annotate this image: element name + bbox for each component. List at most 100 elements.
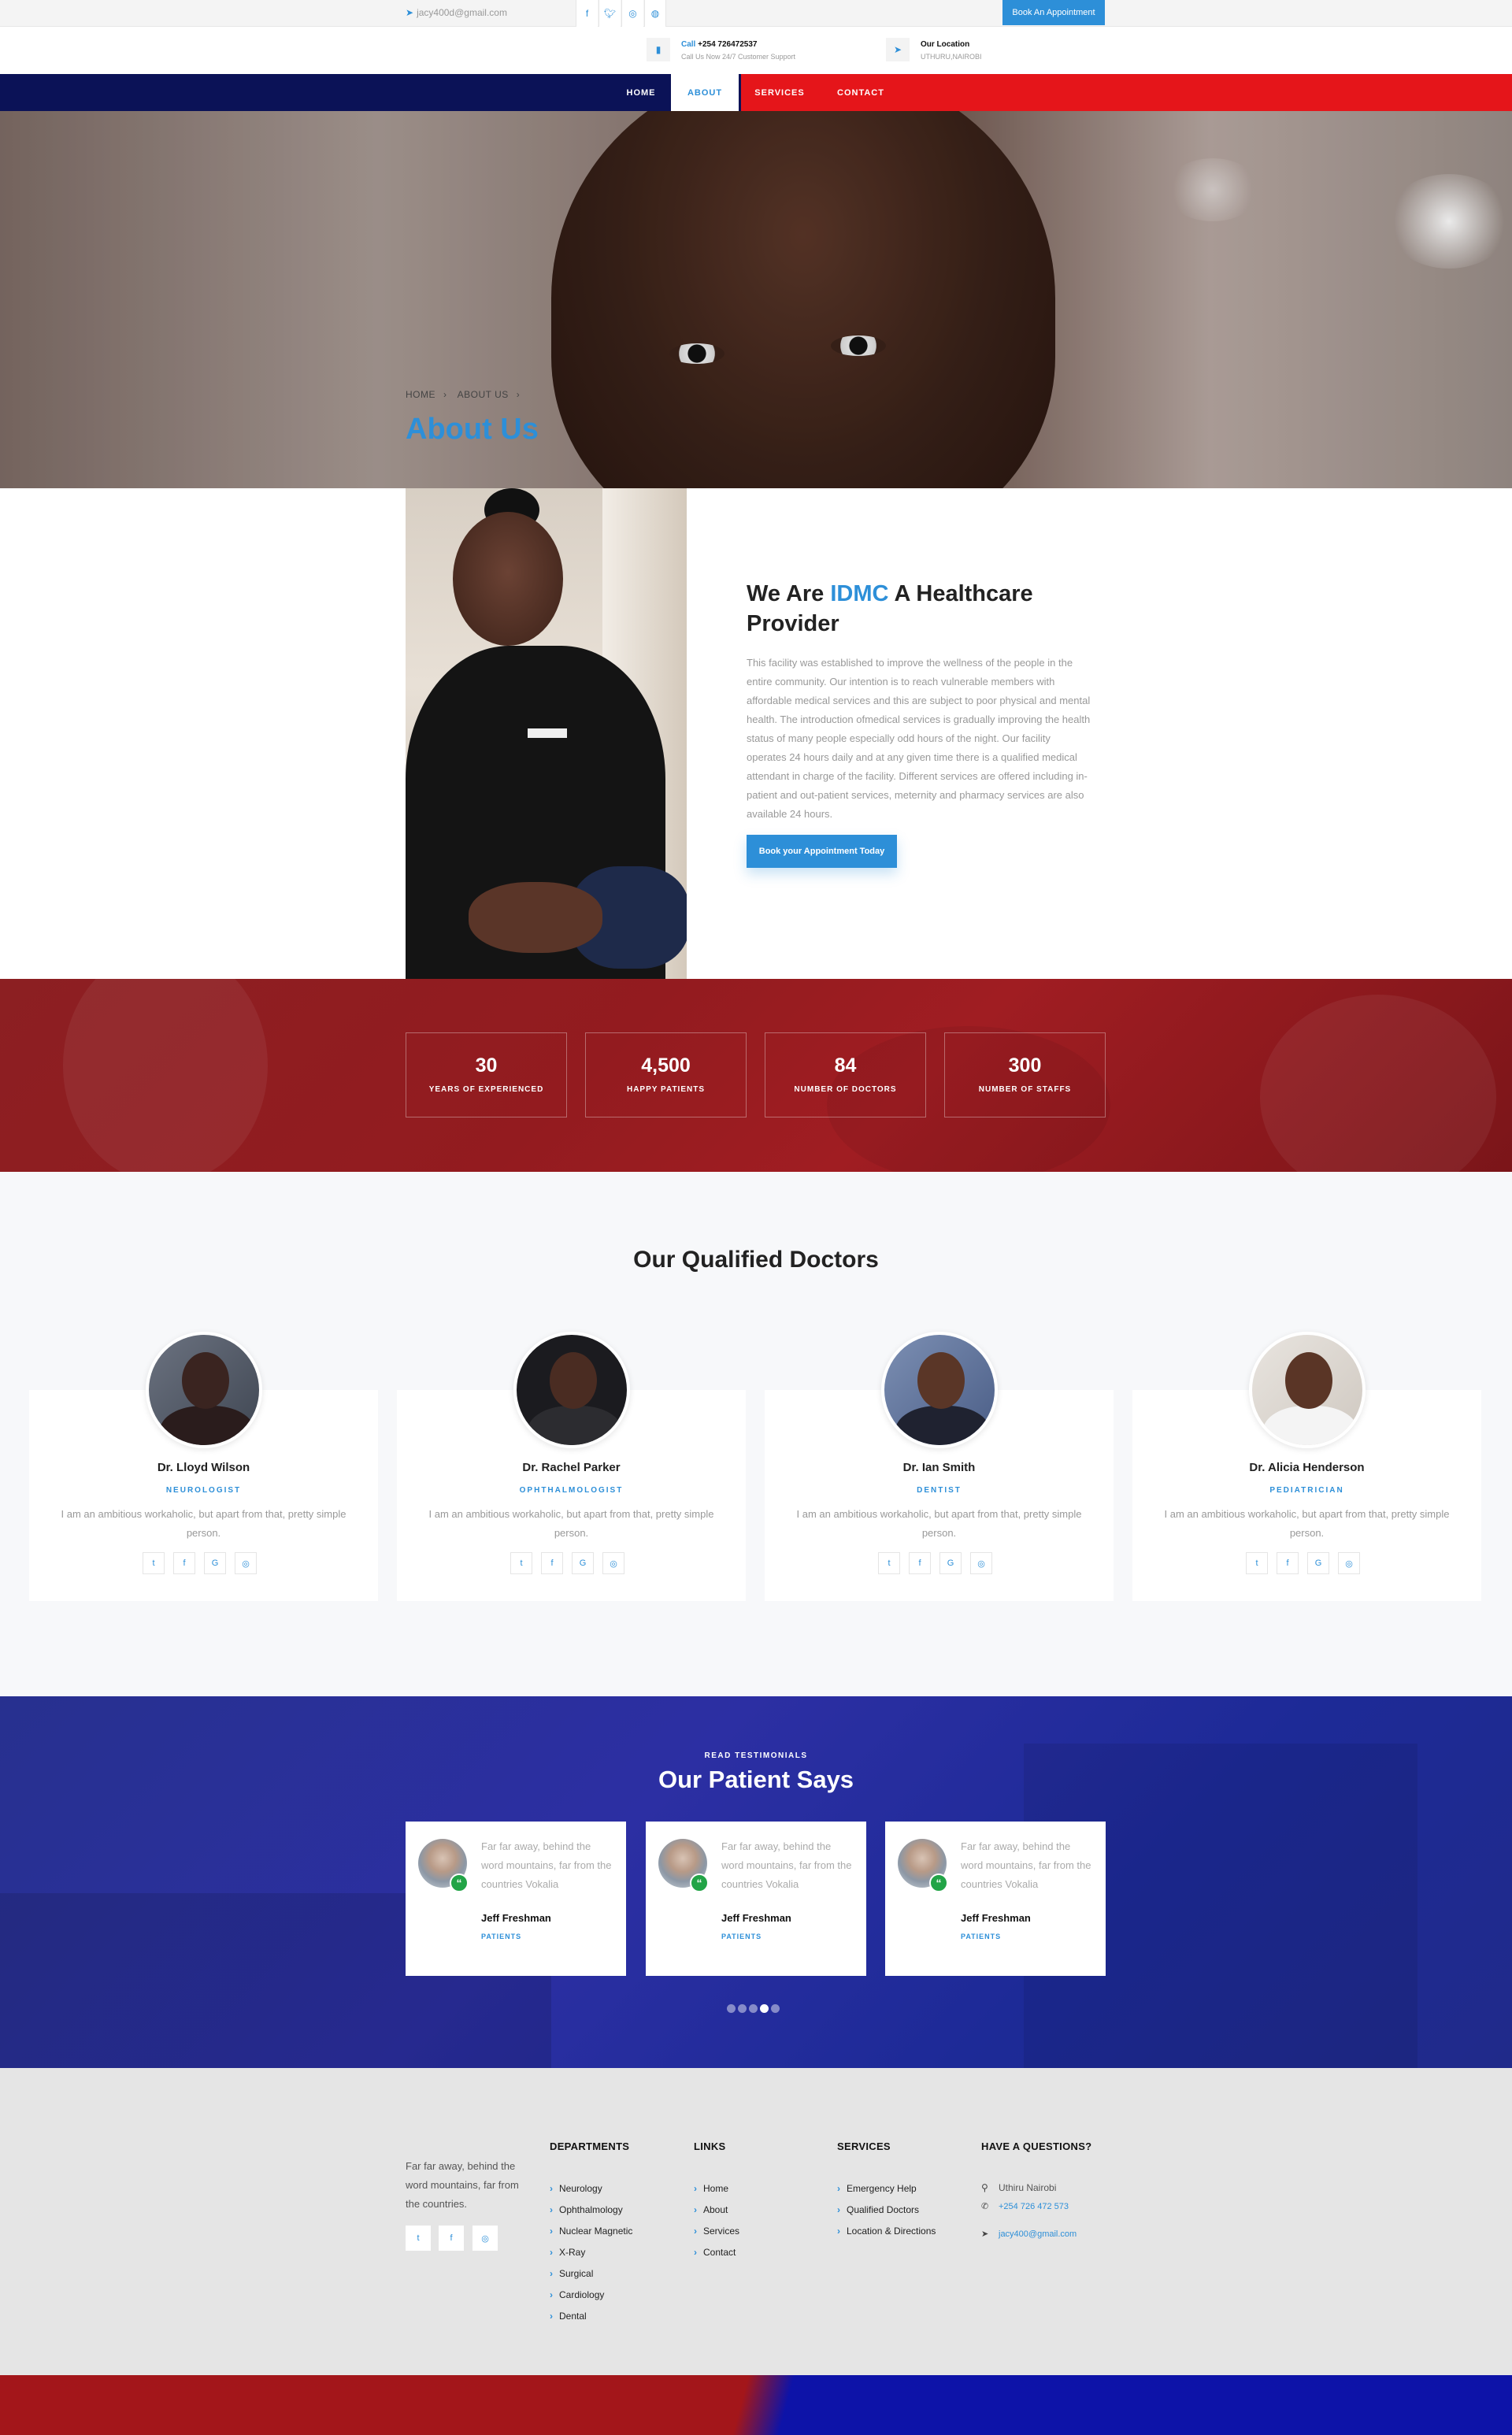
footer-link[interactable]: › Cardiology	[550, 2289, 604, 2300]
photo-badge	[528, 728, 567, 738]
footer-link[interactable]: › Location & Directions	[837, 2226, 936, 2237]
testimonial-role: PATIENTS	[481, 1933, 522, 1940]
chevron-right-icon: ›	[550, 2289, 553, 2300]
facebook-icon[interactable]: f	[909, 1552, 931, 1574]
page-title: About Us	[406, 413, 539, 446]
testimonial-role: PATIENTS	[961, 1933, 1002, 1940]
footer-departments-title: DEPARTMENTS	[550, 2140, 630, 2152]
avatar-body	[895, 1406, 990, 1445]
main-nav: HOME ABOUT SERVICES CONTACT	[0, 74, 1512, 111]
avatar-head	[1285, 1352, 1332, 1409]
footer-link[interactable]: › About	[694, 2204, 728, 2215]
avatar-head	[550, 1352, 597, 1409]
avatar-head	[182, 1352, 229, 1409]
instagram-icon[interactable]: ◎	[1338, 1552, 1360, 1574]
book-today-button[interactable]: Book your Appointment Today	[747, 835, 897, 868]
facebook-icon[interactable]: f	[439, 2226, 464, 2251]
google-icon[interactable]: G	[1307, 1552, 1329, 1574]
slider-dot[interactable]	[738, 2004, 747, 2013]
twitter-icon[interactable]: t	[510, 1552, 532, 1574]
breadcrumb-about[interactable]: ABOUT US	[458, 389, 509, 400]
slider-dot[interactable]	[727, 2004, 736, 2013]
instagram-icon[interactable]: ◎	[970, 1552, 992, 1574]
doctor-avatar	[1249, 1332, 1366, 1448]
footer-phone[interactable]: ✆ +254 726 472 573	[981, 2201, 1069, 2211]
avatar-body	[1263, 1406, 1358, 1445]
nav-about[interactable]: ABOUT	[671, 74, 739, 111]
nav-services[interactable]: SERVICES	[739, 74, 821, 111]
dribbble-icon[interactable]: ◍	[644, 0, 666, 27]
footer-link[interactable]: › Qualified Doctors	[837, 2204, 919, 2215]
testimonial-text: Far far away, behind the word mountains,…	[481, 1840, 612, 1890]
footer-link[interactable]: › Ophthalmology	[550, 2204, 623, 2215]
stat-years: 30 YEARS OF EXPERIENCED	[406, 1032, 567, 1117]
about-paragraph: This facility was established to improve…	[747, 657, 1091, 820]
testimonials-section: READ TESTIMONIALS Our Patient Says “ Far…	[0, 1696, 1512, 2068]
footer-address: ⚲ Uthiru Nairobi	[981, 2182, 1057, 2193]
footer-link[interactable]: › Services	[694, 2226, 739, 2237]
instagram-icon[interactable]: ◎	[602, 1552, 624, 1574]
stats-section: 30 YEARS OF EXPERIENCED 4,500 HAPPY PATIEN…	[0, 979, 1512, 1172]
facebook-icon[interactable]: f	[576, 0, 598, 27]
instagram-icon[interactable]: ◎	[235, 1552, 257, 1574]
avatar-body	[160, 1406, 254, 1445]
chevron-right-icon: ›	[694, 2183, 697, 2194]
breadcrumb: HOME › ABOUT US ›	[406, 389, 528, 400]
doctor-avatar	[513, 1332, 630, 1448]
footer-link[interactable]: › Neurology	[550, 2183, 602, 2194]
footer: Far far away, behind the word mountains,…	[0, 2068, 1512, 2375]
facebook-icon[interactable]: f	[541, 1552, 563, 1574]
doctor-name: Dr. Lloyd Wilson	[157, 1461, 250, 1474]
photo-face	[453, 512, 563, 646]
nav-contact[interactable]: CONTACT	[821, 74, 901, 111]
topbar-email[interactable]: ➤ jacy400d@gmail.com	[406, 7, 507, 18]
footer-link[interactable]: › Nuclear Magnetic	[550, 2226, 632, 2237]
testimonials-kicker: READ TESTIMONIALS	[704, 1751, 808, 1760]
book-appointment-button[interactable]: Book An Appointment	[1002, 0, 1105, 25]
stat-patients: 4,500 HAPPY PATIENTS	[585, 1032, 747, 1117]
brand-highlight: IDMC	[830, 581, 889, 606]
footer-email[interactable]: ➤ jacy400@gmail.com	[981, 2229, 1077, 2239]
twitter-icon[interactable]: t	[406, 2226, 431, 2251]
doctor-name: Dr. Alicia Henderson	[1249, 1461, 1365, 1474]
twitter-icon[interactable]: t	[878, 1552, 900, 1574]
slider-dot[interactable]	[771, 2004, 780, 2013]
footer-link[interactable]: › X-Ray	[550, 2247, 585, 2258]
twitter-icon[interactable]: t	[1246, 1552, 1268, 1574]
testimonial-text: Far far away, behind the word mountains,…	[961, 1840, 1091, 1890]
doctor-avatar	[881, 1332, 998, 1448]
chevron-right-icon: ›	[516, 389, 521, 400]
footer-link[interactable]: › Emergency Help	[837, 2183, 917, 2194]
nav-home[interactable]: HOME	[611, 74, 671, 111]
google-icon[interactable]: G	[204, 1552, 226, 1574]
twitter-icon[interactable]: t	[143, 1552, 165, 1574]
testimonial-text: Far far away, behind the word mountains,…	[721, 1840, 852, 1890]
facebook-icon[interactable]: f	[1277, 1552, 1299, 1574]
chevron-right-icon: ›	[837, 2226, 840, 2237]
twitter-icon[interactable]: 🐦︎	[598, 0, 621, 27]
phone-icon: ✆	[981, 2202, 989, 2211]
footer-link[interactable]: › Contact	[694, 2247, 736, 2258]
slider-dot-active[interactable]	[760, 2004, 769, 2013]
instagram-icon[interactable]: ◎	[621, 0, 643, 27]
instagram-icon[interactable]: ◎	[472, 2226, 498, 2251]
footer-link[interactable]: › Home	[694, 2183, 728, 2194]
chevron-right-icon: ›	[550, 2247, 553, 2258]
top-bar: ➤ jacy400d@gmail.com f 🐦︎ ◎ ◍ Book An App…	[0, 0, 1512, 27]
bottom-color-band	[0, 2375, 1512, 2435]
breadcrumb-home[interactable]: HOME	[406, 389, 435, 400]
avatar-body	[528, 1406, 622, 1445]
testimonial-card: “ Far far away, behind the word mountain…	[646, 1822, 866, 1976]
testimonial-card: “ Far far away, behind the word mountain…	[885, 1822, 1106, 1976]
footer-link[interactable]: › Surgical	[550, 2268, 593, 2279]
slider-dot[interactable]	[749, 2004, 758, 2013]
doctor-role: OPHTHALMOLOGIST	[519, 1486, 624, 1495]
facebook-icon[interactable]: f	[173, 1552, 195, 1574]
footer-link[interactable]: › Dental	[550, 2311, 587, 2322]
paper-plane-icon: ➤	[981, 2229, 989, 2239]
doctor-description: I am an ambitious workaholic, but apart …	[1164, 1508, 1450, 1539]
stats-bg-shape	[1260, 995, 1496, 1172]
doctors-title: Our Qualified Doctors	[633, 1247, 879, 1273]
google-icon[interactable]: G	[572, 1552, 594, 1574]
google-icon[interactable]: G	[939, 1552, 962, 1574]
